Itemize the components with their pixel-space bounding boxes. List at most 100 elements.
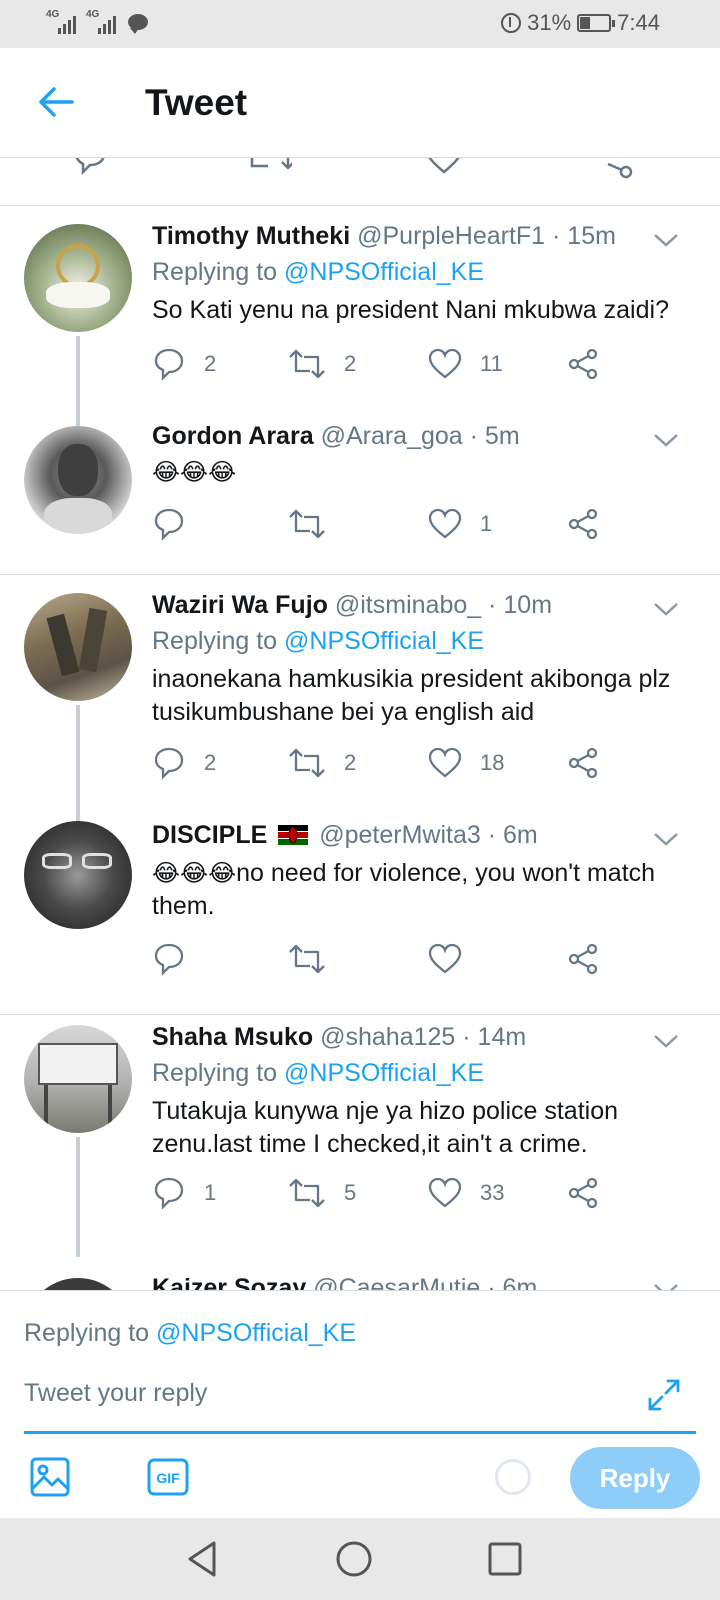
author-handle[interactable]: @itsminabo_ [335,591,481,619]
retweet-action[interactable]: 2 [288,743,356,783]
chevron-down-icon[interactable] [652,1280,680,1290]
author-name[interactable]: DISCIPLE [152,821,267,849]
like-icon[interactable] [424,158,464,176]
tweet-time: · 6m [487,1274,538,1290]
author-name[interactable]: Waziri Wa Fujo [152,591,328,619]
like-count: 18 [480,750,505,775]
reply-action[interactable] [152,504,204,544]
share-icon[interactable] [598,158,638,182]
retweet-icon[interactable] [248,158,292,178]
author-handle[interactable]: @CaesarMutie [313,1274,480,1290]
reply-icon [154,508,184,541]
retweet-action[interactable]: 5 [288,1173,356,1213]
avatar[interactable] [24,1025,132,1133]
replying-handle-link[interactable]: @NPSOfficial_KE [284,627,484,655]
avatar[interactable] [24,426,132,534]
composer-replying-to: Replying to @NPSOfficial_KE [24,1319,356,1348]
reply-action[interactable]: 2 [152,743,216,783]
tweet-text: So Kati yenu na president Nani mkubwa za… [152,296,669,324]
chevron-down-icon[interactable] [652,1031,680,1051]
author-handle[interactable]: @PurpleHeartF1 [357,222,545,250]
reply-button[interactable]: Reply [570,1447,700,1509]
home-nav-icon[interactable] [333,1538,375,1580]
retweet-icon [289,748,325,778]
reply-tweet-3[interactable]: Waziri Wa Fujo @itsminabo_ · 10m Replyin… [0,575,720,825]
gif-icon: GIF [147,1458,189,1496]
like-action[interactable]: 11 [428,344,503,384]
reply-composer: Replying to @NPSOfficial_KE GIF Reply [0,1290,720,1518]
replies-feed[interactable]: Timothy Mutheki @PurpleHeartF1 · 15m Rep… [0,206,720,1290]
thread-line [76,1137,80,1257]
author-handle[interactable]: @shaha125 [320,1023,455,1051]
author-handle[interactable]: @peterMwita3 [319,821,481,849]
share-action[interactable] [566,504,600,544]
like-icon [428,1177,462,1208]
tweet-time: · 10m [488,591,553,619]
avatar[interactable] [24,224,132,332]
reply-count: 2 [204,750,217,775]
author-name[interactable]: Shaha Msuko [152,1023,313,1051]
back-nav-icon[interactable] [182,1538,224,1580]
reply-tweet-1[interactable]: Timothy Mutheki @PurpleHeartF1 · 15m Rep… [0,206,720,428]
reply-action[interactable]: 1 [152,1173,216,1213]
retweet-icon [289,1178,325,1208]
retweet-action[interactable] [288,939,344,979]
avatar[interactable] [24,1278,132,1290]
status-right: 31% 7:44 [501,10,660,36]
reply-tweet-4[interactable]: DISCIPLE @peterMwita3 · 6m 😂😂😂no need fo… [0,811,720,991]
avatar[interactable] [24,593,132,701]
retweet-action[interactable] [288,504,344,544]
like-action[interactable]: 33 [428,1173,504,1213]
tweet-header: Shaha Msuko @shaha125 · 14m [152,1023,526,1052]
reply-tweet-5[interactable]: Shaha Msuko @shaha125 · 14m Replying to … [0,1015,720,1257]
like-icon [428,508,462,539]
reply-icon [154,1177,184,1210]
image-icon[interactable] [28,1455,72,1499]
replying-to: Replying to @NPSOfficial_KE [152,258,484,287]
back-button[interactable] [30,76,82,128]
reply-action[interactable]: 2 [152,344,216,384]
replying-handle-link[interactable]: @NPSOfficial_KE [156,1319,356,1347]
reply-tweet-2[interactable]: Gordon Arara @Arara_goa · 5m 😂😂😂 1 [0,406,720,568]
reply-tweet-6[interactable]: Kaizer Sozay @CaesarMutie · 6m [0,1256,720,1290]
replying-handle-link[interactable]: @NPSOfficial_KE [284,1059,484,1087]
gif-button[interactable]: GIF [146,1455,190,1499]
share-action[interactable] [566,1173,600,1213]
share-action[interactable] [566,743,600,783]
recents-nav-icon[interactable] [484,1538,526,1580]
author-name[interactable]: Gordon Arara [152,422,314,450]
share-action[interactable] [566,344,600,384]
chevron-down-icon[interactable] [652,829,680,849]
status-bar: 4G 4G 31% 7:44 [0,0,720,48]
chevron-down-icon[interactable] [652,430,680,450]
like-action[interactable]: 1 [428,504,492,544]
input-underline [24,1431,696,1434]
tweet-actions: 1 5 33 [152,1173,622,1213]
app-header: Tweet [0,48,720,158]
share-action[interactable] [566,939,600,979]
expand-icon[interactable] [646,1377,682,1413]
author-handle[interactable]: @Arara_goa [321,422,463,450]
reply-action[interactable] [152,939,204,979]
retweet-count: 2 [344,351,357,376]
reply-count: 2 [204,351,217,376]
reply-input[interactable] [24,1373,624,1413]
avatar[interactable] [24,821,132,929]
chevron-down-icon[interactable] [652,230,680,250]
replying-handle-link[interactable]: @NPSOfficial_KE [284,258,484,286]
like-action[interactable] [428,939,480,979]
reply-icon [154,747,184,780]
tweet-text: inaonekana hamkusikia president akibonga… [152,665,671,726]
author-name[interactable]: Timothy Mutheki [152,222,350,250]
retweet-action[interactable]: 2 [288,344,356,384]
reply-icon[interactable] [70,158,110,176]
like-action[interactable]: 18 [428,743,504,783]
message-notification-icon [128,14,148,34]
chevron-down-icon[interactable] [652,599,680,619]
retweet-icon [289,349,325,379]
page-title: Tweet [145,82,248,123]
character-counter [495,1459,531,1495]
replying-label: Replying to [152,1059,278,1087]
replying-to: Replying to @NPSOfficial_KE [152,627,484,656]
author-name[interactable]: Kaizer Sozay [152,1274,306,1290]
